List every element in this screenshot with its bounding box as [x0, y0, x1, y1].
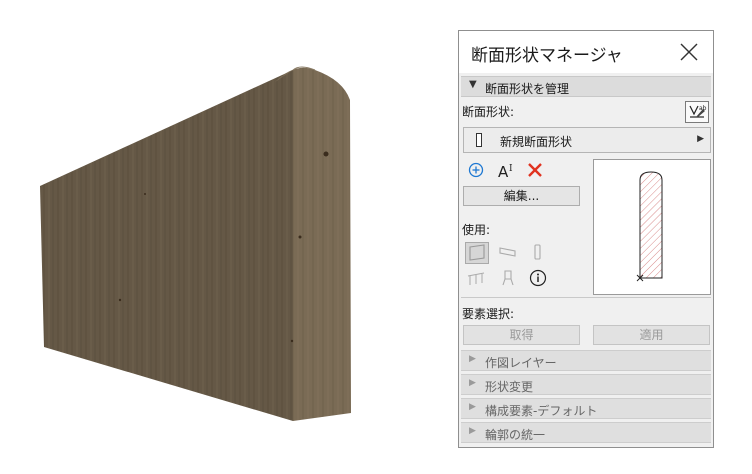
section-label: 輪郭の統一: [485, 428, 546, 442]
object-icon[interactable]: [497, 268, 521, 290]
wall-icon[interactable]: [465, 242, 489, 264]
section-label: 作図レイヤー: [485, 356, 557, 370]
get-button[interactable]: 取得: [463, 325, 580, 345]
use-label: 使用:: [462, 223, 491, 237]
profile-preview: [593, 159, 711, 295]
manage-profiles-label: 断面形状を管理: [485, 82, 570, 96]
dropdown-arrow-icon: ▶: [697, 134, 704, 144]
3d-viewport[interactable]: [0, 0, 450, 474]
column-icon[interactable]: [527, 242, 551, 264]
profile-label: 断面形状:: [462, 105, 515, 119]
beam-icon[interactable]: [497, 242, 521, 264]
profile-shape-icon: [476, 133, 482, 147]
railing-icon[interactable]: [465, 268, 489, 290]
section-drawing-layer[interactable]: ▶ 作図レイヤー: [461, 350, 711, 371]
info-icon[interactable]: [527, 268, 551, 290]
selected-profile-name: 新規断面形状: [500, 135, 573, 149]
svg-text:I: I: [509, 164, 513, 174]
collapsed-triangle-icon: ▶: [469, 402, 476, 412]
paste-profile-icon[interactable]: ab: [685, 101, 709, 123]
collapsed-triangle-icon: ▶: [469, 426, 476, 436]
section-label: 形状変更: [485, 380, 534, 394]
panel-title: 断面形状マネージャ: [471, 46, 623, 66]
section-unify-outline[interactable]: ▶ 輪郭の統一: [461, 422, 711, 443]
profile-select[interactable]: 新規断面形状 ▶: [463, 127, 711, 153]
section-component-defaults[interactable]: ▶ 構成要素-デフォルト: [461, 398, 711, 419]
rename-text-icon[interactable]: AI: [497, 161, 519, 183]
svg-text:ab: ab: [699, 105, 707, 112]
element-selection-label: 要素選択:: [462, 307, 515, 321]
expand-triangle-icon: ▼: [469, 79, 477, 90]
wood-wall-model: [40, 66, 351, 421]
close-icon[interactable]: [677, 40, 701, 64]
collapsed-triangle-icon: ▶: [469, 378, 476, 388]
apply-button[interactable]: 適用: [593, 325, 710, 345]
title-bar: 断面形状マネージャ: [459, 31, 713, 73]
profile-manager-panel: 断面形状マネージャ ▼ 断面形状を管理 断面形状: ab 新規断面形状 ▶ AI…: [458, 30, 714, 448]
manage-profiles-section-header[interactable]: ▼ 断面形状を管理: [461, 76, 711, 97]
delete-x-icon[interactable]: [527, 162, 543, 182]
collapsed-triangle-icon: ▶: [469, 354, 476, 364]
section-shape-change[interactable]: ▶ 形状変更: [461, 374, 711, 395]
add-circle-icon[interactable]: [467, 161, 485, 183]
svg-text:A: A: [498, 163, 509, 179]
edit-button[interactable]: 編集...: [463, 186, 580, 206]
section-divider: [461, 297, 711, 298]
section-label: 構成要素-デフォルト: [485, 404, 598, 418]
